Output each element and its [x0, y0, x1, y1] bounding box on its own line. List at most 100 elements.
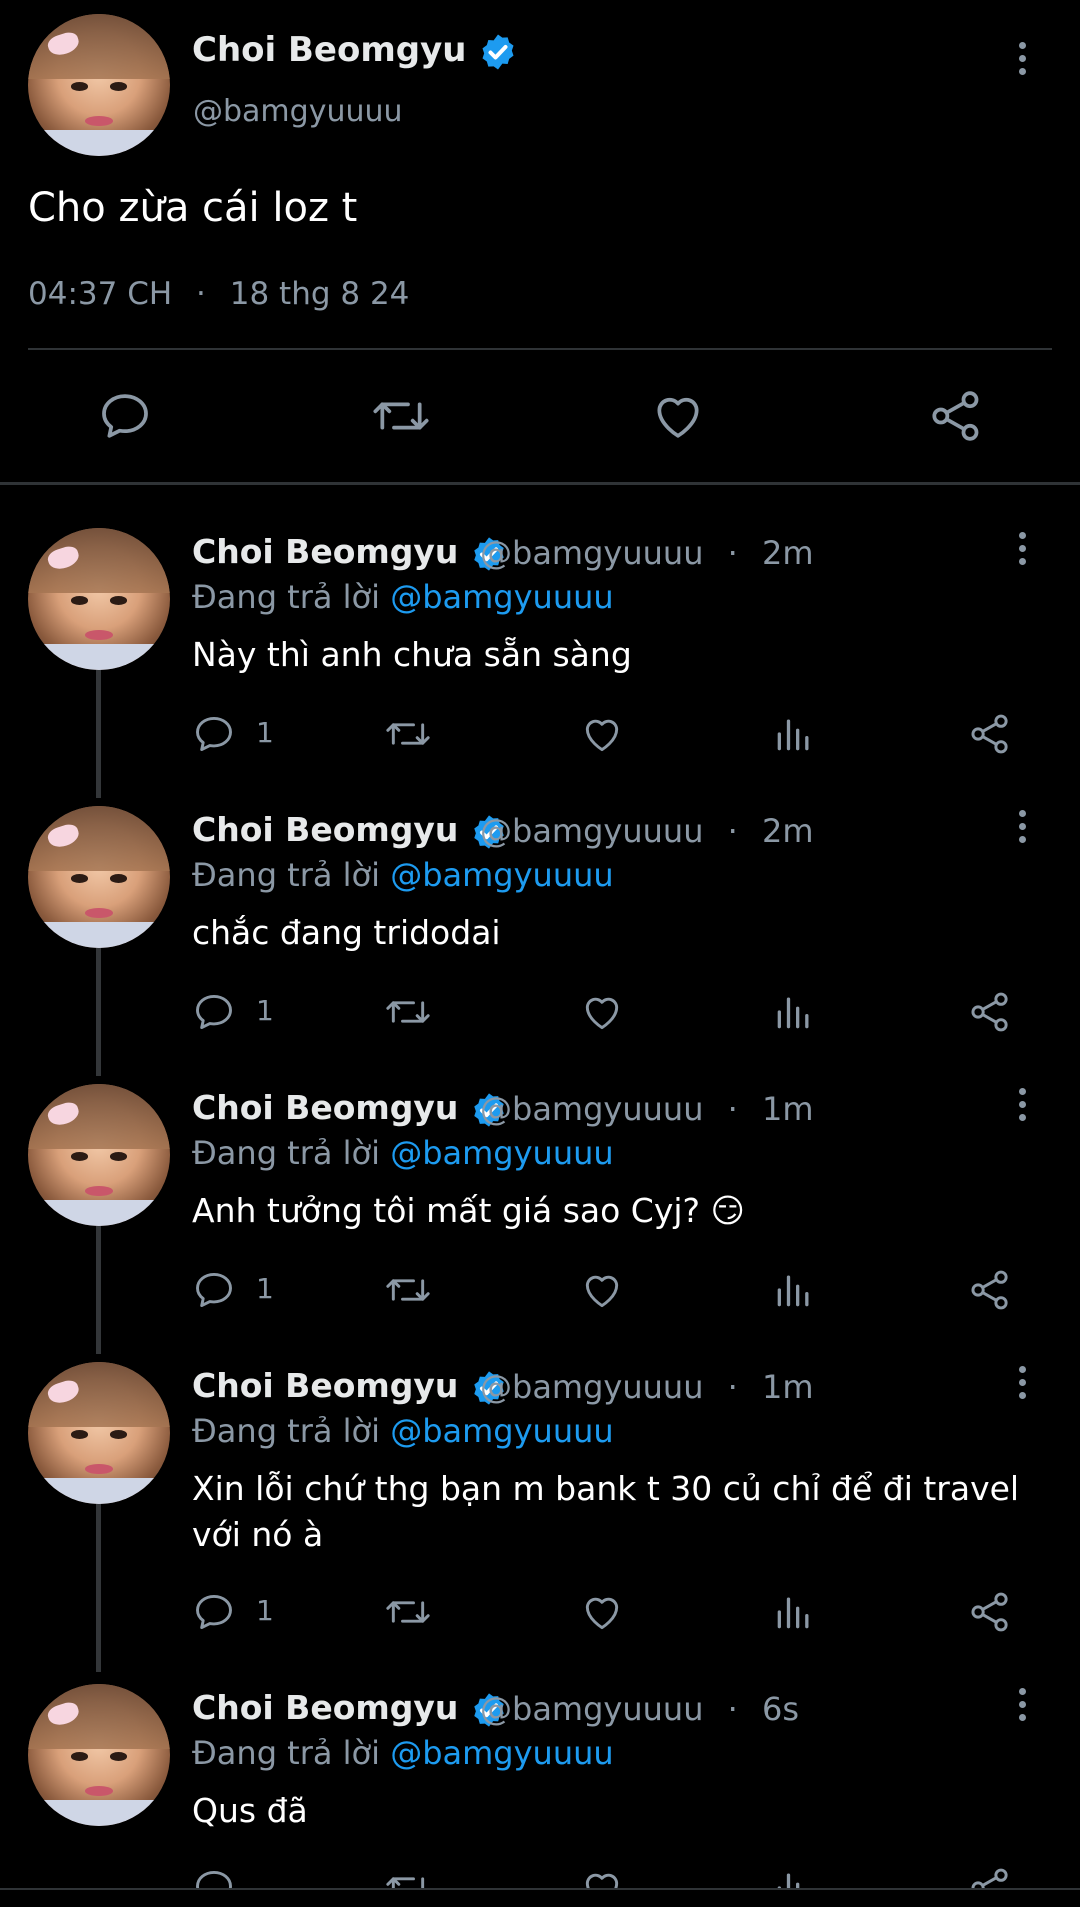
retweet-icon[interactable]: [384, 1268, 432, 1312]
reply-text: Qus đã: [192, 1791, 308, 1830]
avatar[interactable]: [28, 1362, 170, 1504]
avatar[interactable]: [28, 1684, 170, 1826]
bar-chart-icon[interactable]: [772, 1590, 816, 1634]
reply-text: Xin lỗi chứ thg bạn m bank t 30 củ chỉ đ…: [192, 1469, 1020, 1554]
reply-actions: 1: [192, 712, 1022, 756]
reply-text: Anh tưởng tôi mất giá sao Cyj? 😏: [192, 1191, 745, 1230]
heart-icon[interactable]: [650, 388, 706, 444]
reply-count: 1: [256, 1594, 274, 1627]
replying-to: Đang trả lời @bamgyuuuu: [192, 578, 614, 616]
reply-tweet[interactable]: Choi Beomgyu @bamgyuuuu · 1m Đang trả lờ…: [0, 1084, 1080, 1324]
divider: [28, 348, 1052, 350]
reply-text: chắc đang tridodai: [192, 913, 501, 952]
heart-icon[interactable]: [580, 1866, 624, 1888]
display-name[interactable]: Choi Beomgyu: [192, 1366, 508, 1407]
bar-chart-icon[interactable]: [772, 990, 816, 1034]
reply-count: 1: [256, 716, 274, 749]
handle[interactable]: @bamgyuuuu: [480, 1090, 703, 1128]
speech-bubble-icon[interactable]: [192, 712, 236, 756]
vertical-dots-icon[interactable]: [1016, 42, 1028, 81]
vertical-dots-icon[interactable]: [1016, 810, 1028, 849]
avatar[interactable]: [28, 806, 170, 948]
reply-tweet[interactable]: Choi Beomgyu @bamgyuuuu · 2m Đang trả lờ…: [0, 528, 1080, 768]
section-divider: [0, 482, 1080, 485]
bar-chart-icon[interactable]: [772, 1268, 816, 1312]
retweet-icon[interactable]: [384, 1866, 432, 1888]
reply-actions: 1: [192, 990, 1022, 1034]
reply-tweet[interactable]: Choi Beomgyu @bamgyuuuu · 1m Đang trả lờ…: [0, 1362, 1080, 1652]
display-name[interactable]: Choi Beomgyu: [192, 810, 508, 851]
mention-link[interactable]: @bamgyuuuu: [390, 1134, 613, 1172]
mention-link[interactable]: @bamgyuuuu: [390, 1734, 613, 1772]
reply-tweet[interactable]: Choi Beomgyu @bamgyuuuu · 6s Đang trả lờ…: [0, 1684, 1080, 1888]
tweet-meta: @bamgyuuuu · 6s: [480, 1690, 800, 1728]
handle[interactable]: @bamgyuuuu: [193, 94, 403, 129]
reply-actions: [192, 1866, 1022, 1888]
handle[interactable]: @bamgyuuuu: [480, 812, 703, 850]
share-icon[interactable]: [968, 1268, 1012, 1312]
display-name[interactable]: Choi Beomgyu: [192, 1088, 508, 1129]
display-name[interactable]: Choi Beomgyu: [192, 1688, 508, 1729]
tweet-actions: [0, 388, 1080, 444]
share-icon[interactable]: [968, 712, 1012, 756]
retweet-icon[interactable]: [384, 712, 432, 756]
heart-icon[interactable]: [580, 1590, 624, 1634]
share-icon[interactable]: [968, 990, 1012, 1034]
display-name[interactable]: Choi Beomgyu: [192, 532, 508, 573]
avatar[interactable]: [28, 1084, 170, 1226]
speech-bubble-icon[interactable]: [192, 990, 236, 1034]
vertical-dots-icon[interactable]: [1016, 1088, 1028, 1127]
replying-to: Đang trả lời @bamgyuuuu: [192, 1134, 614, 1172]
speech-bubble-icon[interactable]: [192, 1866, 236, 1888]
tweet-timestamp[interactable]: 04:37 CH · 18 thg 8 24: [28, 276, 409, 312]
mention-link[interactable]: @bamgyuuuu: [390, 856, 613, 894]
reply-count: 1: [256, 1272, 274, 1305]
replying-to: Đang trả lời @bamgyuuuu: [192, 856, 614, 894]
mention-link[interactable]: @bamgyuuuu: [390, 1412, 613, 1450]
tweet-text: Cho zừa cái loz t: [28, 185, 358, 231]
share-icon[interactable]: [968, 1866, 1012, 1888]
mention-link[interactable]: @bamgyuuuu: [390, 578, 613, 616]
share-icon[interactable]: [968, 1590, 1012, 1634]
bottom-divider: [0, 1888, 1080, 1890]
reply-count: 1: [256, 994, 274, 1027]
handle[interactable]: @bamgyuuuu: [480, 1368, 703, 1406]
timestamp[interactable]: 1m: [762, 1368, 814, 1406]
verified-badge-icon: [482, 34, 514, 69]
tweet-meta: @bamgyuuuu · 2m: [480, 812, 814, 850]
timestamp[interactable]: 1m: [762, 1090, 814, 1128]
reply-text: Này thì anh chưa sẵn sàng: [192, 635, 632, 674]
retweet-icon[interactable]: [384, 1590, 432, 1634]
display-name[interactable]: Choi Beomgyu: [192, 30, 518, 72]
heart-icon[interactable]: [580, 712, 624, 756]
retweet-icon[interactable]: [384, 990, 432, 1034]
tweet-meta: @bamgyuuuu · 1m: [480, 1368, 814, 1406]
handle[interactable]: @bamgyuuuu: [480, 1690, 703, 1728]
timestamp[interactable]: 2m: [762, 812, 814, 850]
tweet-meta: @bamgyuuuu · 2m: [480, 534, 814, 572]
avatar[interactable]: [28, 14, 170, 156]
timestamp[interactable]: 6s: [762, 1690, 799, 1728]
vertical-dots-icon[interactable]: [1016, 1366, 1028, 1405]
reply-actions: 1: [192, 1268, 1022, 1312]
reply-tweet[interactable]: Choi Beomgyu @bamgyuuuu · 2m Đang trả lờ…: [0, 806, 1080, 1046]
speech-bubble-icon[interactable]: [192, 1590, 236, 1634]
vertical-dots-icon[interactable]: [1016, 1688, 1028, 1727]
speech-bubble-icon[interactable]: [192, 1268, 236, 1312]
vertical-dots-icon[interactable]: [1016, 532, 1028, 571]
tweet-meta: @bamgyuuuu · 1m: [480, 1090, 814, 1128]
heart-icon[interactable]: [580, 1268, 624, 1312]
main-tweet: Choi Beomgyu @bamgyuuuu Cho zừa cái loz …: [0, 0, 1080, 484]
reply-actions: 1: [192, 1590, 1022, 1634]
avatar[interactable]: [28, 528, 170, 670]
bar-chart-icon[interactable]: [772, 712, 816, 756]
handle[interactable]: @bamgyuuuu: [480, 534, 703, 572]
share-icon[interactable]: [928, 388, 984, 444]
speech-bubble-icon[interactable]: [97, 388, 153, 444]
timestamp[interactable]: 2m: [762, 534, 814, 572]
replying-to: Đang trả lời @bamgyuuuu: [192, 1412, 614, 1450]
heart-icon[interactable]: [580, 990, 624, 1034]
replying-to: Đang trả lời @bamgyuuuu: [192, 1734, 614, 1772]
bar-chart-icon[interactable]: [772, 1866, 816, 1888]
retweet-icon[interactable]: [370, 388, 432, 444]
